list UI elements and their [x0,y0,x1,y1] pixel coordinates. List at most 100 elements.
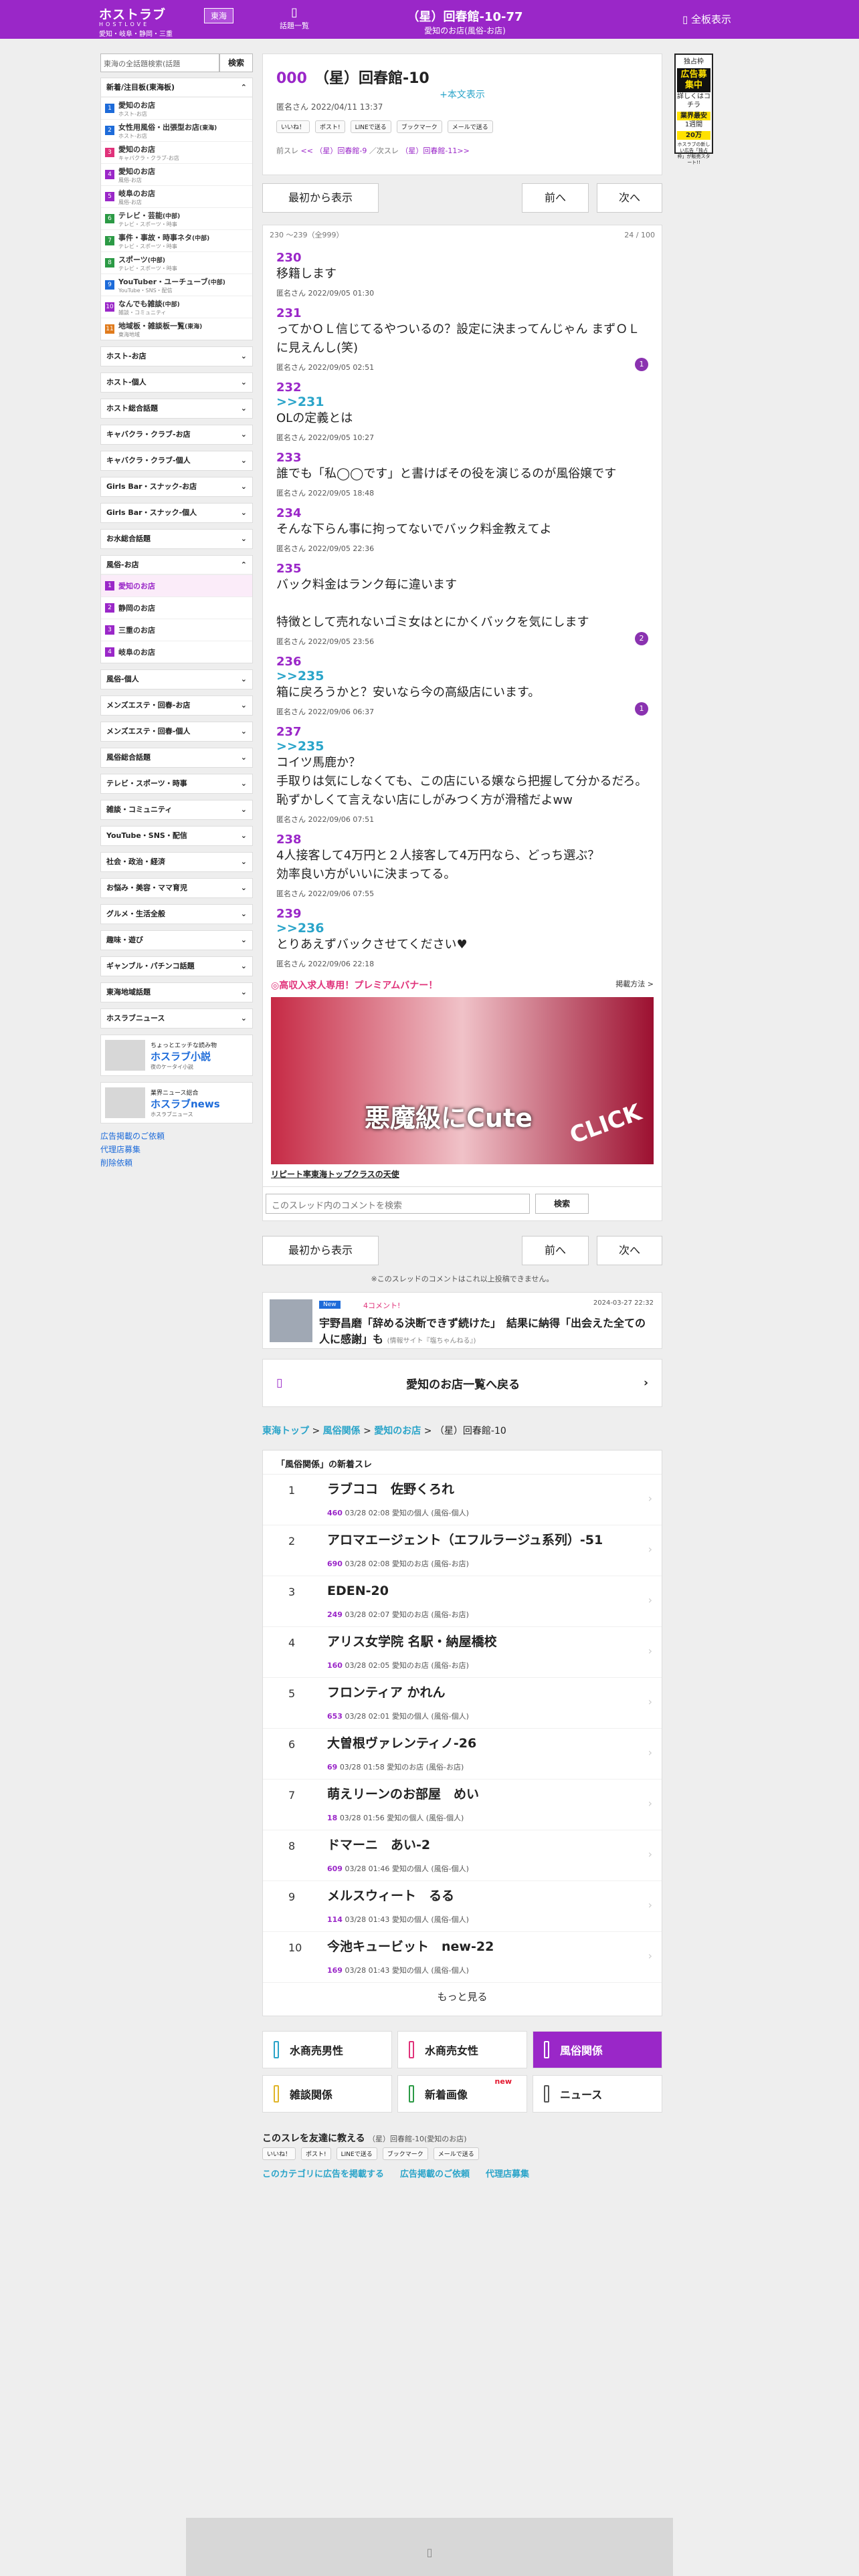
sidebar-item[interactable]: 3 愛知のお店 キャバクラ・クラブ-お店 [101,141,252,163]
share-button[interactable]: ポスト! [301,2147,331,2160]
sidebar-item[interactable]: 2 女性用風俗・出張型お店(東海) ホスト-お店 [101,119,252,141]
sidebar-item[interactable]: 6 テレビ・芸能(中部) テレビ・スポーツ・時事 [101,207,252,229]
next-button[interactable]: 次へ [597,1236,662,1265]
category-header[interactable]: ギャンブル・パチンコ話題 ⌄ [101,957,252,976]
sidebar-item[interactable]: 10 なんでも雑談(中部) 雑談・コミュニティ [101,296,252,318]
sidebar-link[interactable]: 広告掲載のご依頼 [100,1130,253,1143]
thread-row[interactable]: 6 大曽根ヴァレンティノ-26 69 03/28 01:58 愛知のお店 (風俗-お… [263,1729,662,1780]
premium-image[interactable]: 悪魔級にCute CLICK [271,997,654,1164]
first-button[interactable]: 最初から表示 [262,183,379,213]
thread-row[interactable]: 2 アロマエージェント（エフルラージュ系列）-51 690 03/28 02:08 … [263,1525,662,1576]
sidebar-link[interactable]: 代理店募集 [100,1143,253,1156]
prev-button[interactable]: 前へ [522,183,589,213]
category-header[interactable]: 東海地域話題 ⌄ [101,983,252,1002]
news-banner[interactable]: 業界ニュース総合 ホスラブnews ホスラブニュース [100,1082,253,1123]
index-button[interactable]: ▯ 話題一覧 [274,5,314,31]
post-number[interactable]: 235 [276,562,648,576]
sidebar-link[interactable]: 削除依頼 [100,1156,253,1170]
more-button[interactable]: もっと見る [263,1983,662,2010]
post-number[interactable]: 233 [276,451,648,465]
category-header[interactable]: YouTube・SNS・配信 ⌄ [101,827,252,845]
category-button[interactable]: 水商売女性 [397,2031,527,2068]
category-header[interactable]: ホスト-個人 ⌄ [101,373,252,392]
comment-search-button[interactable]: 検索 [535,1194,589,1214]
share-button[interactable]: ポスト! [315,120,345,133]
next-thread-link[interactable]: （星）回春館-11>> [401,146,469,155]
bottom-link[interactable]: このカテゴリに広告を掲載する [262,2167,384,2179]
first-button[interactable]: 最初から表示 [262,1236,379,1265]
sidebar-item[interactable]: 4 愛知のお店 風俗-お店 [101,163,252,185]
category-button[interactable]: 新着画像 new [397,2075,527,2113]
category-header[interactable]: お悩み・美容・ママ育児 ⌄ [101,879,252,897]
fuzoku-item[interactable]: 1 愛知のお店 [101,574,252,597]
back-to-list-button[interactable]: ▯ 愛知のお店一覧へ戻る › [262,1359,662,1407]
sidebar-item[interactable]: 11 地域板・雑談板一覧(東海) 東海地域 [101,318,252,340]
share-button[interactable]: いいね！ [276,120,310,133]
category-header[interactable]: 風俗-個人 ⌄ [101,670,252,689]
category-header[interactable]: キャバクラ・クラブ-個人 ⌄ [101,451,252,470]
post-number[interactable]: 236 [276,655,648,669]
fuzoku-item[interactable]: 3 三重のお店 [101,619,252,641]
reply-count-badge[interactable]: 1 [635,358,648,371]
post-number[interactable]: 239 [276,907,648,921]
fuzoku-item[interactable]: 2 静岡のお店 [101,597,252,619]
fuzoku-item[interactable]: 4 岐阜のお店 [101,641,252,663]
reply-link[interactable]: >>236 [276,921,648,936]
post-number[interactable]: 238 [276,833,648,847]
bottom-link[interactable]: 代理店募集 [486,2167,529,2179]
category-header[interactable]: ホスト総合話題 ⌄ [101,399,252,418]
category-button[interactable]: 雑談関係 [262,2075,392,2113]
post-number[interactable]: 231 [276,306,648,320]
sidebar-item[interactable]: 1 愛知のお店 ホスト-お店 [101,97,252,119]
premium-banner[interactable]: ◎高収入求人専用！プレミアムバナー！ 掲載方法 > 悪魔級にCute CLICK … [263,972,662,1186]
show-body-link[interactable]: +本文表示 [276,88,648,101]
thread-row[interactable]: 4 アリス女学院 名駅・納屋橋校 160 03/28 02:05 愛知のお店 (風俗… [263,1627,662,1678]
category-header[interactable]: キャバクラ・クラブ-お店 ⌄ [101,425,252,444]
category-button[interactable]: 風俗関係 [533,2031,662,2068]
breadcrumb-category[interactable]: 風俗関係 [323,1426,361,1436]
thread-row[interactable]: 9 メルスウィート るる 114 03/28 01:43 愛知の個人 (風俗-個人)… [263,1881,662,1932]
reply-link[interactable]: >>231 [276,395,648,409]
sidebar-item[interactable]: 5 岐阜のお店 風俗-お店 [101,185,252,207]
share-button[interactable]: メールで送る [433,2147,479,2160]
featured-boards-title[interactable]: 新着/注目板(東海板) ⌃ [101,78,252,97]
sidebar-item[interactable]: 7 事件・事故・時事ネタ(中部) テレビ・スポーツ・時事 [101,229,252,251]
reply-link[interactable]: >>235 [276,669,648,683]
premium-caption[interactable]: リピート率東海トップクラスの天使 [271,1168,654,1186]
category-header[interactable]: お水総合話題 ⌄ [101,530,252,548]
post-number[interactable]: 234 [276,506,648,520]
breadcrumb-top[interactable]: 東海トップ [262,1426,309,1436]
thread-row[interactable]: 3 EDEN-20 249 03/28 02:07 愛知のお店 (風俗-お店) › [263,1576,662,1627]
reply-count-badge[interactable]: 2 [635,632,648,645]
area-button[interactable]: 東海 [204,8,234,23]
category-button[interactable]: ニュース [533,2075,662,2113]
category-header[interactable]: テレビ・スポーツ・時事 ⌄ [101,774,252,793]
share-button[interactable]: メールで送る [447,120,493,133]
category-header[interactable]: ホスラブニュース ⌄ [101,1009,252,1028]
share-button[interactable]: ブックマーク [396,120,442,133]
category-header[interactable]: 風俗総合話題 ⌄ [101,748,252,767]
share-button[interactable]: LINEで送る [350,120,391,133]
breadcrumb-board[interactable]: 愛知のお店 [374,1426,421,1436]
post-number[interactable]: 230 [276,251,648,265]
sidebar-item[interactable]: 8 スポーツ(中部) テレビ・スポーツ・時事 [101,251,252,274]
share-button[interactable]: LINEで送る [336,2147,377,2160]
share-button[interactable]: いいね！ [262,2147,296,2160]
category-header[interactable]: Girls Bar・スナック-個人 ⌄ [101,504,252,522]
category-header[interactable]: グルメ・生活全般 ⌄ [101,905,252,924]
post-number[interactable]: 232 [276,381,648,395]
share-button[interactable]: ブックマーク [382,2147,428,2160]
category-header[interactable]: メンズエステ・回春-お店 ⌄ [101,696,252,715]
sidebar-search-input[interactable]: 東海の全話題検索(話題 [100,53,219,72]
reply-link[interactable]: >>235 [276,739,648,754]
next-button[interactable]: 次へ [597,183,662,213]
logo[interactable]: ホストラブ HOSTLOVE 愛知・岐阜・静岡・三重 [99,5,173,38]
ad-banner[interactable]: 独占枠 広告募集中 詳しくはコチラ 業界最安 1週間 20万 ホスラブの新しい広… [674,53,713,165]
premium-howto-link[interactable]: 掲載方法 > [615,978,654,989]
prev-thread-link[interactable]: << （星）回春館-9 [301,146,367,155]
thread-row[interactable]: 5 フロンティア かれん 653 03/28 02:01 愛知の個人 (風俗-個人)… [263,1678,662,1729]
thread-row[interactable]: 7 萌えリーンのお部屋 めい 18 03/28 01:56 愛知の個人 (風俗-個人… [263,1780,662,1830]
news-card[interactable]: New 4コメント! 2024-03-27 22:32 宇野昌磨「辞める決断でき… [262,1292,662,1349]
thread-row[interactable]: 10 今池キュービット new-22 169 03/28 01:43 愛知の個人 (… [263,1932,662,1983]
comment-search-input[interactable]: このスレッド内のコメントを検索 [266,1194,530,1214]
